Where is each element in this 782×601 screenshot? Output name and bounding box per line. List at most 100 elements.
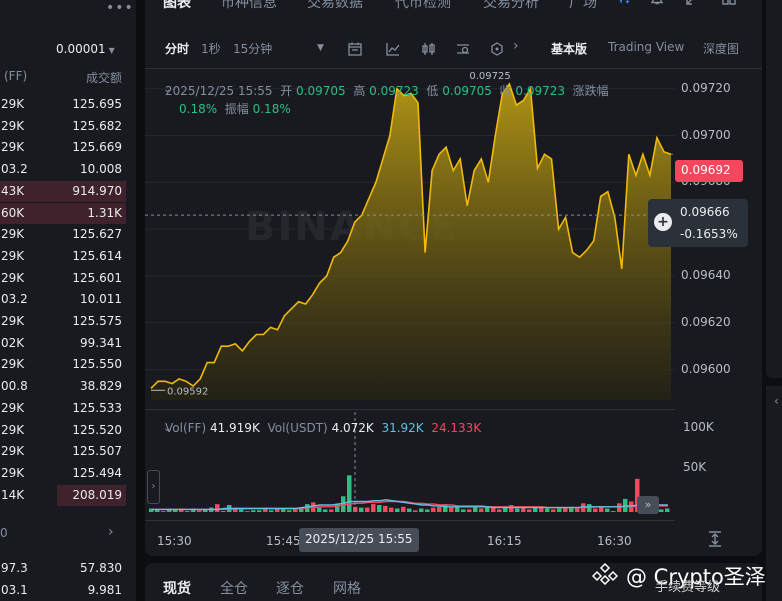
order-amount: 29K [1,444,25,459]
volume-bar [365,507,370,512]
interval-1s[interactable]: 1秒 [201,40,221,57]
order-amount: 29K [1,400,25,415]
order-book-row[interactable]: 03.2 10.011 [0,289,136,311]
tab-chart[interactable]: 图表 [163,0,191,12]
view-depth[interactable]: 深度图 [703,40,739,57]
hexagon-icon[interactable] [489,41,505,57]
tab-coin-info[interactable]: 币种信息 [221,0,277,12]
volume-bar [239,509,244,512]
volume-bar [515,508,520,512]
tab-square[interactable]: 广场 [569,0,597,12]
order-book-row[interactable]: 29K 125.669 [0,137,136,159]
order-book-row[interactable]: 29K 125.695 [0,94,136,116]
tab-cross-margin[interactable]: 全仓 [220,578,248,598]
tab-trade-analysis[interactable]: 交易分析 [483,0,539,12]
price-axis-tick: 0.09620 [681,314,731,329]
chevron-left-icon[interactable]: ‹ [774,394,779,408]
order-book-row[interactable]: 29K 125.601 [0,268,136,290]
candlestick-icon[interactable] [421,41,437,57]
settings-sliders-icon[interactable] [455,41,471,57]
order-book-row[interactable]: 14K 208.019 [0,484,136,507]
fee-level-label: 手续费等级 [655,580,721,595]
expand-drawing-tools-icon[interactable]: › [147,470,160,504]
order-book-row[interactable]: 29K 125.507 [0,441,136,463]
vol-ff-value: 41.919K [209,421,260,435]
indicator-chart-icon[interactable] [385,41,401,57]
order-book-row[interactable]: 29K 125.682 [0,116,136,138]
order-total: 125.533 [72,400,122,415]
bell-icon[interactable] [649,0,665,6]
order-amount: 03.2 [1,162,28,177]
volume-bar [185,511,190,512]
ohlc-legend-line2: 0.18% 振幅 0.18% [179,100,291,117]
volume-bar [545,508,550,512]
order-book-row[interactable]: 29K 125.533 [0,398,136,420]
tab-token-check[interactable]: 代币检测 [395,0,451,12]
x-axis-label: 15:45 [266,534,301,548]
x-axis-label: 15:30 [157,534,192,548]
order-total: 125.494 [72,465,122,480]
volume-bar [389,507,394,512]
order-book: ••• 0.00001 ▼ (FF) 成交额 29K 125.695 29K 125.6… [0,0,136,601]
order-book-row[interactable]: 02K 99.341 [0,333,136,355]
volume-bar [413,510,418,512]
precision-select[interactable]: 0.00001 ▼ [56,42,115,56]
tab-trading-data[interactable]: 交易数据 [307,0,363,12]
scroll-to-latest-icon[interactable]: » [637,496,659,514]
order-book-row[interactable]: 29K 125.550 [0,354,136,376]
price-axis-tick: 0.09600 [681,361,731,376]
volume-bar [605,508,610,512]
order-book-row[interactable]: 29K 125.614 [0,246,136,268]
volume-bar [245,511,250,512]
order-book-row[interactable]: 29K 125.494 [0,463,136,485]
chevron-right-icon[interactable]: › [108,524,114,540]
order-amount: 29K [1,357,25,372]
volume-bar [269,510,274,512]
volume-bar [509,505,514,512]
tab-isolated-margin[interactable]: 逐仓 [276,578,304,598]
order-book-row[interactable]: 29K 125.575 [0,311,136,333]
volume-bar [473,507,478,512]
view-basic[interactable]: 基本版 [551,40,587,57]
legend-datetime: 2025/12/25 15:55 [165,84,273,98]
order-book-row[interactable]: 60K 1.31K [0,202,136,225]
order-total: 208.019 [72,487,122,502]
order-book-row[interactable]: 00.8 38.829 [0,376,136,398]
interval-dropdown-icon[interactable]: ▼ [317,43,324,53]
interval-15m[interactable]: 15分钟 [233,40,272,57]
order-book-row[interactable]: 29K 125.627 [0,224,136,246]
volume-bar [659,509,664,512]
order-amount: 14K [1,487,25,502]
volume-bar [431,507,436,512]
volume-bar [401,506,406,512]
order-amount: 29K [1,140,25,155]
min-price-label: 0.09592 [167,386,208,397]
add-alert-icon[interactable]: + [654,213,672,231]
volume-bar [467,509,472,512]
order-book-row[interactable]: 29K 125.520 [0,420,136,442]
tab-grid[interactable]: 网格 [333,578,361,598]
volume-bar [557,508,562,512]
grid-layout-icon[interactable] [721,0,737,6]
volume-bar [437,506,442,512]
order-total: 125.627 [72,227,122,242]
order-book-row[interactable]: 03.2 10.008 [0,159,136,181]
tab-spot[interactable]: 现货 [163,578,191,598]
order-total: 125.507 [72,444,122,459]
calendar-icon[interactable] [347,41,363,57]
order-amount: 60K [1,205,25,220]
chart-top-nav: 图表 币种信息 交易数据 代币检测 交易分析 广场 [145,0,762,16]
right-panel-edge [766,0,782,378]
interval-time[interactable]: 分时 [165,40,189,57]
order-amount: 29K [1,465,25,480]
order-book-row[interactable]: 43K 914.970 [0,180,136,203]
auto-scale-icon[interactable] [707,530,723,548]
ai-sparkle-icon[interactable] [615,0,631,6]
chevron-right-icon[interactable]: › [513,38,519,54]
more-menu-icon[interactable]: ••• [106,0,134,16]
right-panel-edge [766,386,782,601]
fullscreen-icon[interactable] [685,0,701,6]
order-total: 914.970 [72,183,122,198]
view-trading-view[interactable]: Trading View [608,40,684,54]
order-amount: 02K [1,335,25,350]
